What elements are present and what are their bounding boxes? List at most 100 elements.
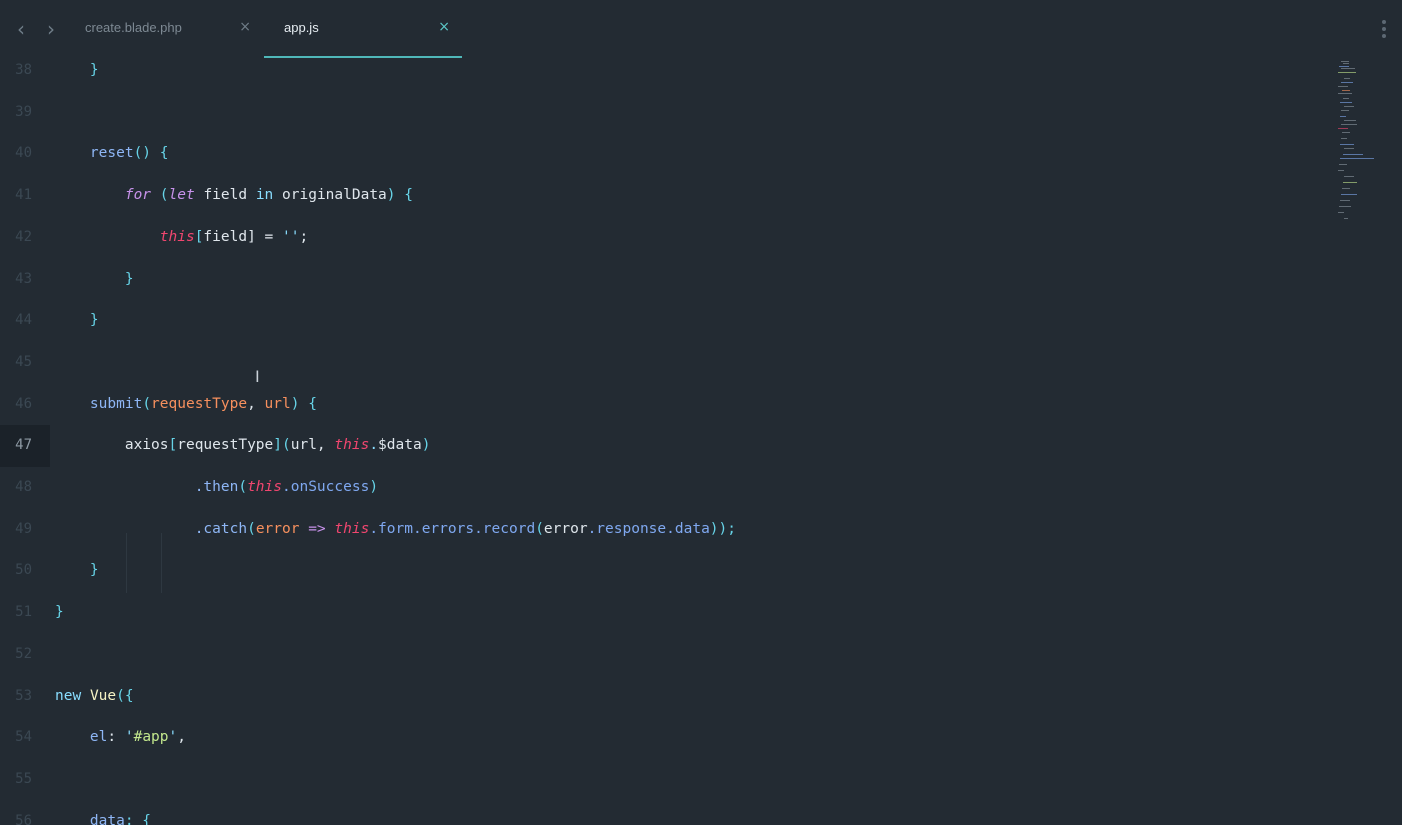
- minimap-line: [1343, 63, 1349, 64]
- code-token: ': [168, 729, 178, 746]
- code-token: ](: [273, 437, 291, 454]
- line-number: 54: [15, 729, 32, 746]
- code-line[interactable]: 43 }: [0, 259, 1330, 301]
- code-line[interactable]: 49 .catch(error => this.form.errors.reco…: [0, 509, 1330, 551]
- minimap-line: [1341, 68, 1355, 69]
- code-token: (: [535, 520, 544, 537]
- code-token: }: [55, 604, 64, 621]
- code-line[interactable]: 52: [0, 634, 1330, 676]
- code-token: this: [334, 437, 370, 454]
- code-token: this: [159, 228, 195, 245]
- minimap-line: [1338, 93, 1352, 94]
- minimap-line: [1343, 98, 1349, 99]
- minimap-line: [1340, 200, 1350, 201]
- code-token: url: [264, 395, 291, 412]
- code-text: data: {: [55, 801, 151, 825]
- vertical-ellipsis-icon[interactable]: [1380, 20, 1388, 40]
- minimap-line: [1338, 72, 1356, 73]
- code-line[interactable]: 41 for (let field in originalData) {: [0, 175, 1330, 217]
- code-token: .onSuccess: [282, 479, 370, 495]
- code-token: ));: [709, 520, 736, 537]
- line-number: 53: [15, 687, 32, 704]
- code-token: $data: [378, 437, 422, 454]
- code-text: el: '#app',: [55, 717, 186, 759]
- code-text: new Vue({: [55, 676, 134, 718]
- code-token: '': [282, 228, 300, 245]
- minimap-line: [1341, 138, 1347, 139]
- code-text: reset() {: [55, 133, 169, 175]
- minimap-line: [1341, 124, 1357, 125]
- code-token: : {: [124, 812, 152, 825]
- minimap-line: [1342, 188, 1350, 189]
- code-line[interactable]: 54 el: '#app',: [0, 717, 1330, 759]
- code-token: =>: [299, 520, 335, 537]
- close-icon[interactable]: ×: [239, 19, 251, 35]
- code-token: .form.errors.record: [369, 520, 536, 537]
- tab-label: create.blade.php: [85, 20, 182, 35]
- line-number: 50: [15, 562, 32, 579]
- minimap-line: [1344, 218, 1348, 219]
- line-number: 43: [15, 270, 32, 287]
- code-token: new: [55, 687, 82, 704]
- tab-app-js[interactable]: app.js ×: [264, 0, 462, 58]
- line-number: 55: [15, 770, 32, 787]
- code-token: error: [543, 520, 588, 537]
- code-token: axios: [124, 437, 169, 454]
- code-token: in: [255, 187, 274, 204]
- code-line[interactable]: 38 }: [0, 58, 1330, 92]
- code-token: ({: [116, 687, 134, 704]
- line-number: 56: [15, 812, 32, 825]
- code-text: submit(requestType, url) {: [55, 384, 317, 426]
- code-text: }: [55, 300, 99, 342]
- minimap-line: [1338, 212, 1344, 213]
- minimap-line: [1344, 106, 1354, 107]
- code-line[interactable]: 46 submit(requestType, url) {: [0, 384, 1330, 426]
- minimap[interactable]: [1336, 58, 1378, 228]
- code-line[interactable]: 40 reset() {: [0, 133, 1330, 175]
- code-line[interactable]: 48 .then(this.onSuccess): [0, 467, 1330, 509]
- close-icon[interactable]: ×: [438, 19, 450, 35]
- code-line[interactable]: 44 }: [0, 300, 1330, 342]
- code-token: .catch: [194, 520, 248, 537]
- minimap-line: [1338, 170, 1344, 171]
- line-number: 40: [15, 145, 32, 162]
- minimap-line: [1341, 194, 1357, 195]
- line-number: 38: [15, 62, 32, 78]
- code-text: axios[requestType](url, this.$data): [55, 425, 431, 467]
- code-line[interactable]: 50 }: [0, 550, 1330, 592]
- code-token: (: [151, 187, 169, 204]
- code-line[interactable]: 45: [0, 342, 1330, 384]
- minimap-line: [1339, 66, 1349, 67]
- code-token: field: [203, 228, 248, 245]
- code-token: }: [89, 562, 99, 579]
- minimap-line: [1341, 82, 1353, 83]
- code-token: (): [133, 145, 160, 162]
- tab-create-blade-php[interactable]: create.blade.php ×: [65, 0, 263, 58]
- line-number: 46: [15, 395, 32, 412]
- code-line[interactable]: 53 new Vue({: [0, 676, 1330, 718]
- code-line[interactable]: 56 data: {: [0, 801, 1330, 825]
- code-token: for: [124, 187, 152, 204]
- chevron-left-icon[interactable]: ‹: [12, 19, 30, 39]
- code-token: (: [238, 479, 248, 495]
- code-line[interactable]: 42 this[field] = '';: [0, 217, 1330, 259]
- code-line[interactable]: 51}: [0, 592, 1330, 634]
- code-line[interactable]: 39: [0, 92, 1330, 134]
- code-editor[interactable]: 38 } 39 40 reset() {41 for (let field in o…: [0, 58, 1330, 825]
- line-number: 42: [15, 228, 32, 245]
- minimap-line: [1343, 154, 1363, 155]
- line-number: 47: [0, 425, 50, 467]
- code-line[interactable]: 47 axios[requestType](url, this.$data): [0, 425, 1330, 467]
- chevron-right-icon[interactable]: ›: [42, 19, 60, 39]
- code-line[interactable]: 55: [0, 759, 1330, 801]
- code-token: ): [369, 479, 379, 495]
